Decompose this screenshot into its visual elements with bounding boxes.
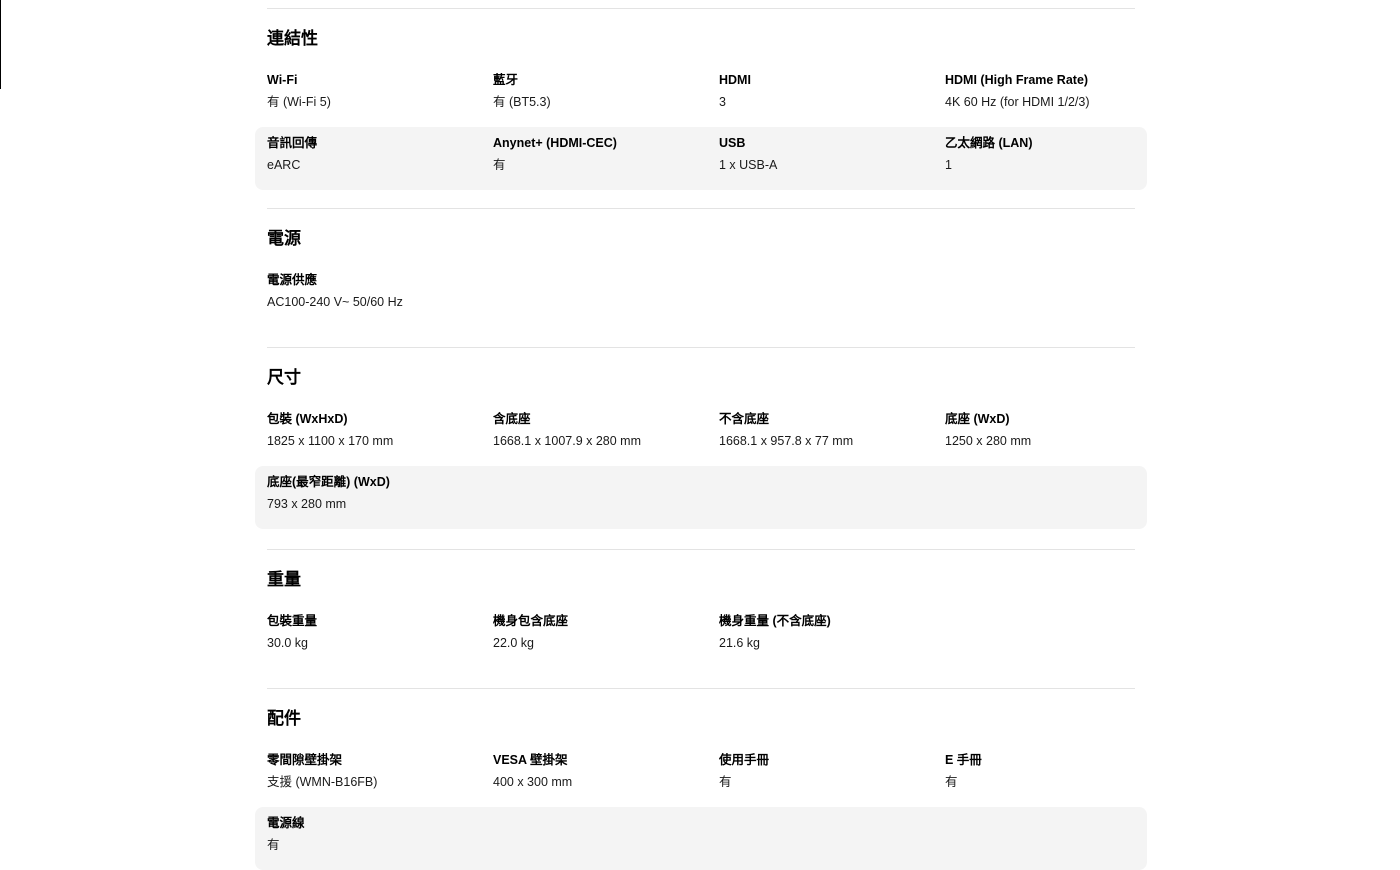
spec-value: 21.6 kg xyxy=(719,636,761,650)
spec-value: 400 x 300 mm xyxy=(493,775,573,789)
spec-label: USB xyxy=(719,136,746,150)
spec-item-weight-without-stand: 機身重量 (不含底座) 21.6 kg xyxy=(707,612,921,668)
spec-label: 包裝 (WxHxD) xyxy=(267,412,348,426)
spec-item-hdmi: HDMI 3 xyxy=(707,71,933,127)
spec-label: 底座 (WxD) xyxy=(945,412,1010,426)
spec-value: 1668.1 x 957.8 x 77 mm xyxy=(719,434,854,448)
spec-label: 乙太網路 (LAN) xyxy=(945,136,1033,150)
spec-label: 不含底座 xyxy=(719,412,770,426)
spec-value: 1 x USB-A xyxy=(719,158,778,172)
spec-row: 零間隙壁掛架 支援 (WMN-B16FB) VESA 壁掛架 400 x 300… xyxy=(255,744,1147,807)
spec-row: 包裝重量 30.0 kg 機身包含底座 22.0 kg 機身重量 (不含底座) … xyxy=(255,605,1147,668)
section-weight: 重量 包裝重量 30.0 kg 機身包含底座 22.0 kg 機身重量 (不含底… xyxy=(255,549,1147,688)
spec-item-stand-min-width: 底座(最窄距離) (WxD) 793 x 280 mm xyxy=(255,473,655,529)
spec-label: 使用手冊 xyxy=(719,753,770,767)
section-accessories: 配件 零間隙壁掛架 支援 (WMN-B16FB) VESA 壁掛架 400 x … xyxy=(255,688,1147,870)
spec-value: 1 xyxy=(945,158,952,172)
spec-row: 包裝 (WxHxD) 1825 x 1100 x 170 mm 含底座 1668… xyxy=(255,403,1147,466)
spec-label: 零間隙壁掛架 xyxy=(267,753,343,767)
spec-item-package-weight: 包裝重量 30.0 kg xyxy=(255,612,481,668)
spec-value: 有 (BT5.3) xyxy=(493,95,551,109)
spec-item-anynet: Anynet+ (HDMI-CEC) 有 xyxy=(481,134,707,190)
spec-value: 有 (Wi-Fi 5) xyxy=(267,95,331,109)
spec-item-hdmi-hfr: HDMI (High Frame Rate) 4K 60 Hz (for HDM… xyxy=(933,71,1147,127)
section-title: 尺寸 xyxy=(267,368,301,387)
spec-item-with-stand: 含底座 1668.1 x 1007.9 x 280 mm xyxy=(481,410,707,466)
spec-label: 底座(最窄距離) (WxD) xyxy=(267,475,390,489)
section-title: 重量 xyxy=(267,570,301,589)
spec-item-e-manual: E 手冊 有 xyxy=(933,751,1147,807)
spec-label: 包裝重量 xyxy=(267,614,318,628)
spec-label: 含底座 xyxy=(493,412,531,426)
spec-item-wifi: Wi-Fi 有 (Wi-Fi 5) xyxy=(255,71,481,127)
section-title: 連結性 xyxy=(267,29,318,48)
spec-value: 支援 (WMN-B16FB) xyxy=(267,775,378,789)
spec-row: 電源供應 AC100-240 V~ 50/60 Hz xyxy=(255,264,1147,327)
spec-value: 1825 x 1100 x 170 mm xyxy=(267,434,394,448)
spec-label: E 手冊 xyxy=(945,753,982,767)
spec-value: 有 xyxy=(945,775,958,789)
spec-item-usb: USB 1 x USB-A xyxy=(707,134,933,190)
spec-item-lan: 乙太網路 (LAN) 1 xyxy=(933,134,1147,190)
spec-row: 底座(最窄距離) (WxD) 793 x 280 mm xyxy=(255,466,1147,529)
spec-label: VESA 壁掛架 xyxy=(493,753,568,767)
spec-label: Wi-Fi xyxy=(267,73,298,87)
spec-label: HDMI (High Frame Rate) xyxy=(945,73,1089,87)
spec-item-stand-size: 底座 (WxD) 1250 x 280 mm xyxy=(933,410,1147,466)
spec-value: 有 xyxy=(267,838,280,852)
spec-label: 機身包含底座 xyxy=(493,614,569,628)
spec-label: HDMI xyxy=(719,73,751,87)
spec-value: 22.0 kg xyxy=(493,636,535,650)
spec-value: 30.0 kg xyxy=(267,636,309,650)
spec-item-vesa-mount: VESA 壁掛架 400 x 300 mm xyxy=(481,751,707,807)
spec-item-no-gap-mount: 零間隙壁掛架 支援 (WMN-B16FB) xyxy=(255,751,481,807)
spec-item-power-supply: 電源供應 AC100-240 V~ 50/60 Hz xyxy=(255,271,655,327)
spec-value: 4K 60 Hz (for HDMI 1/2/3) xyxy=(945,95,1090,109)
section-title: 電源 xyxy=(267,229,301,248)
spec-row: 電源線 有 xyxy=(255,807,1147,870)
section-title: 配件 xyxy=(267,709,301,728)
spec-item-package-size: 包裝 (WxHxD) 1825 x 1100 x 170 mm xyxy=(255,410,481,466)
spec-label: 藍牙 xyxy=(493,73,519,87)
spec-item-user-manual: 使用手冊 有 xyxy=(707,751,933,807)
spec-value: AC100-240 V~ 50/60 Hz xyxy=(267,295,403,309)
spec-value: eARC xyxy=(267,158,301,172)
spec-value: 1250 x 280 mm xyxy=(945,434,1032,448)
spec-item-power-cable: 電源線 有 xyxy=(255,814,655,870)
spec-value: 有 xyxy=(719,775,732,789)
section-power: 電源 電源供應 AC100-240 V~ 50/60 Hz xyxy=(255,208,1147,347)
spec-value: 793 x 280 mm xyxy=(267,497,347,511)
spec-item-audio-return: 音訊回傳 eARC xyxy=(255,134,481,190)
spec-label: Anynet+ (HDMI-CEC) xyxy=(493,136,617,150)
spec-label: 電源線 xyxy=(267,816,305,830)
spec-row: 音訊回傳 eARC Anynet+ (HDMI-CEC) 有 USB 1 x U… xyxy=(255,127,1147,190)
spec-label: 音訊回傳 xyxy=(267,136,318,150)
spec-row: Wi-Fi 有 (Wi-Fi 5) 藍牙 有 (BT5.3) HDMI 3 HD… xyxy=(255,64,1147,127)
spec-label: 機身重量 (不含底座) xyxy=(719,614,831,628)
spec-item-without-stand: 不含底座 1668.1 x 957.8 x 77 mm xyxy=(707,410,933,466)
section-dimensions: 尺寸 包裝 (WxHxD) 1825 x 1100 x 170 mm 含底座 1… xyxy=(255,347,1147,549)
section-connectivity: 連結性 Wi-Fi 有 (Wi-Fi 5) 藍牙 有 (BT5.3) HDMI … xyxy=(255,8,1147,208)
spec-value: 3 xyxy=(719,95,726,109)
spec-value: 有 xyxy=(493,158,506,172)
left-edge-line xyxy=(0,0,1,89)
spec-label: 電源供應 xyxy=(267,273,318,287)
spec-item-weight-with-stand: 機身包含底座 22.0 kg xyxy=(481,612,707,668)
spec-list: 連結性 Wi-Fi 有 (Wi-Fi 5) 藍牙 有 (BT5.3) HDMI … xyxy=(255,8,1147,870)
spec-value: 1668.1 x 1007.9 x 280 mm xyxy=(493,434,642,448)
spec-item-bluetooth: 藍牙 有 (BT5.3) xyxy=(481,71,707,127)
